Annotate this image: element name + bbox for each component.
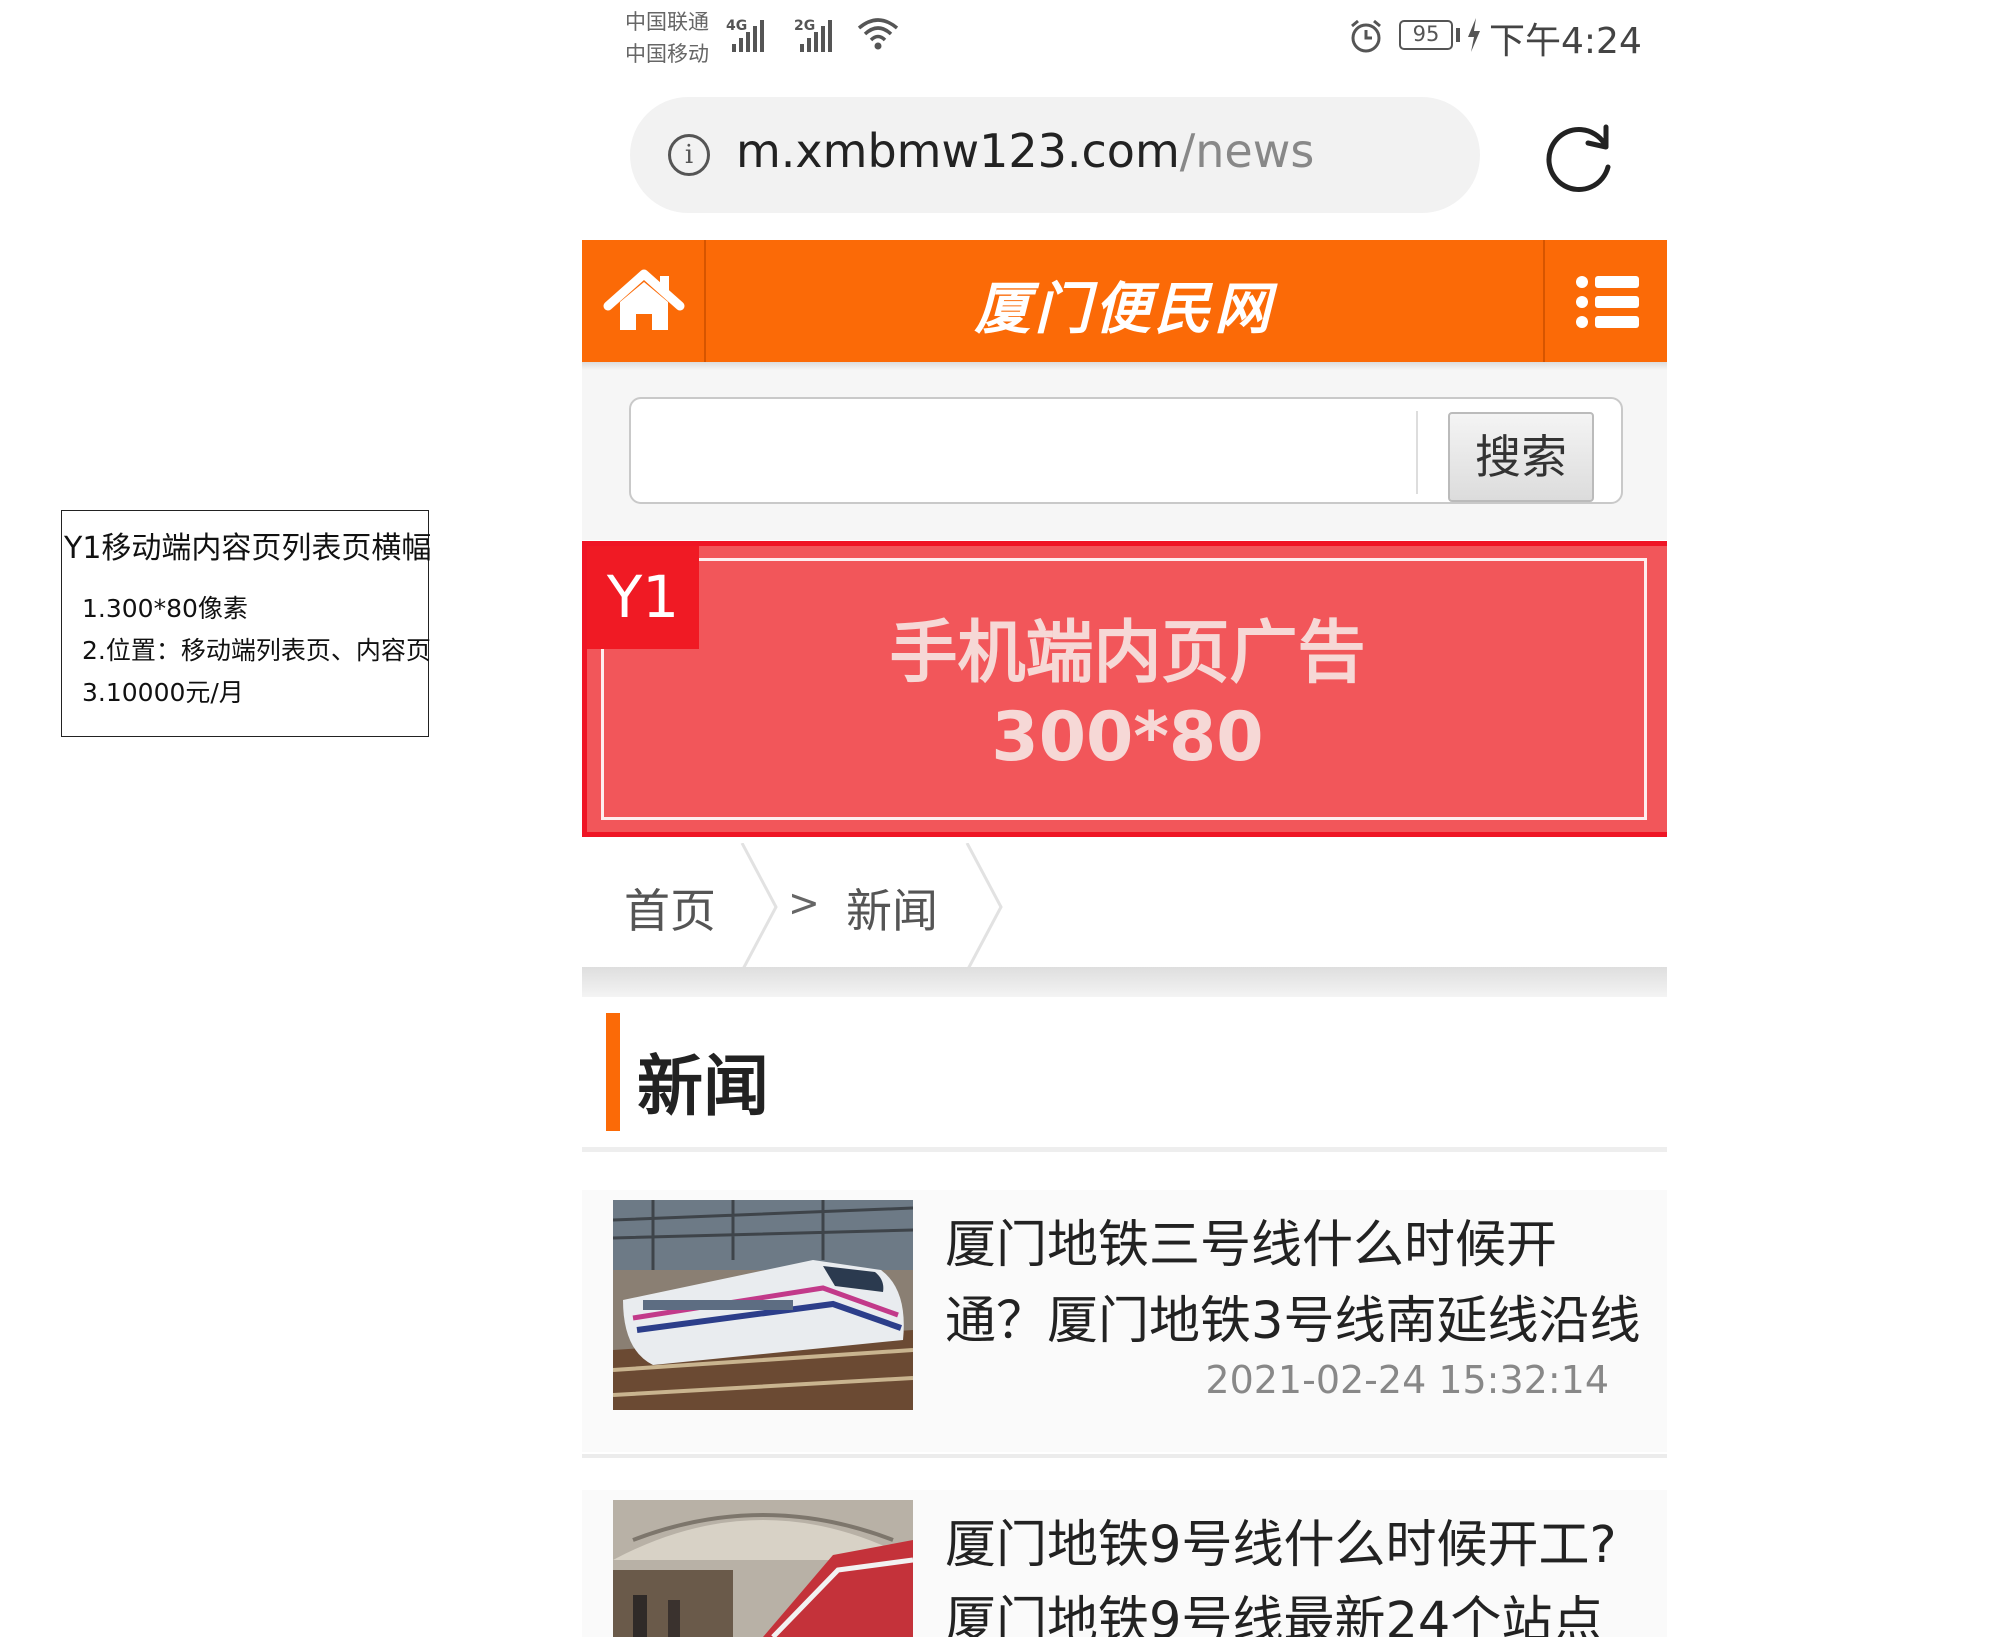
search-divider <box>1416 411 1418 494</box>
ad-spec-position: 2.位置：移动端列表页、内容页 <box>82 636 431 665</box>
url-host: m.xmbmw123.com <box>736 124 1180 178</box>
ad-spec-title: Y1移动端内容页列表页横幅 <box>64 531 432 566</box>
ad-text: 手机端内页广告 300*80 <box>587 612 1667 780</box>
breadcrumb-separator: > <box>788 881 820 925</box>
breadcrumb-home[interactable]: 首页 <box>624 875 716 941</box>
news-item[interactable]: 厦门地铁三号线什么时候开通？厦门地铁3号线南延线沿线 2021-02-24 15… <box>582 1190 1667 1452</box>
news-title[interactable]: 厦门地铁9号线什么时候开工?厦门地铁9号线最新24个站点 <box>945 1508 1655 1637</box>
reload-icon[interactable] <box>1542 121 1618 197</box>
carrier-1: 中国联通 <box>625 10 709 34</box>
header-shadow <box>582 362 1667 370</box>
ad-banner-y1[interactable]: Y1 手机端内页广告 300*80 <box>582 541 1667 837</box>
news-title[interactable]: 厦门地铁三号线什么时候开通？厦门地铁3号线南延线沿线 <box>945 1208 1655 1360</box>
url-path: /news <box>1179 124 1315 178</box>
battery-indicator: 95 <box>1399 20 1453 50</box>
menu-list-icon <box>1576 276 1639 328</box>
news-item[interactable]: 厦门地铁9号线什么时候开工?厦门地铁9号线最新24个站点 <box>582 1490 1667 1637</box>
ad-spec-price: 3.10000元/月 <box>82 678 244 707</box>
news-date: 2021-02-24 15:32:14 <box>1205 1358 1609 1402</box>
ad-text-line1: 手机端内页广告 <box>889 614 1366 693</box>
site-header: 厦门便民网 <box>582 240 1667 362</box>
subway-thumbnail-image[interactable] <box>613 1500 913 1637</box>
address-bar[interactable]: i m.xmbmw123.com/news <box>630 97 1480 213</box>
carrier-labels: 中国联通 中国移动 <box>625 6 709 70</box>
breadcrumb: 首页 > 新闻 <box>582 843 1667 971</box>
breadcrumb-current[interactable]: 新闻 <box>846 875 938 941</box>
ad-spec-box: Y1移动端内容页列表页横幅 1.300*80像素 2.位置：移动端列表页、内容页… <box>61 510 432 737</box>
breadcrumb-chevron-icon <box>740 843 778 971</box>
news-item-separator <box>582 1454 1667 1458</box>
train-thumbnail-image[interactable] <box>613 1200 913 1410</box>
section-divider <box>582 1147 1667 1152</box>
wifi-icon <box>857 18 899 50</box>
signal-icon-2 <box>800 18 832 52</box>
search-button[interactable]: 搜索 <box>1448 412 1594 502</box>
status-time: 下午4:24 <box>1489 21 1642 62</box>
search-input[interactable] <box>637 405 1417 496</box>
info-icon[interactable]: i <box>668 134 710 176</box>
section-header: 新闻 <box>582 997 1667 1147</box>
section-title: 新闻 <box>637 1048 769 1125</box>
search-area: 搜索 <box>582 370 1667 540</box>
url-text[interactable]: m.xmbmw123.com/news <box>736 124 1314 178</box>
section-accent-bar <box>606 1013 620 1131</box>
ad-text-line2: 300*80 <box>991 698 1264 777</box>
phone-screen: 中国联通 中国移动 4G 2G 95 下午4:24 i m.xmbmw123.c… <box>582 0 1667 1637</box>
alarm-icon <box>1351 19 1381 53</box>
site-logo[interactable]: 厦门便民网 <box>582 264 1667 345</box>
breadcrumb-shadow <box>582 967 1667 997</box>
search-box: 搜索 <box>629 397 1623 504</box>
breadcrumb-chevron-icon-2 <box>965 843 1003 971</box>
signal-icon <box>732 18 764 52</box>
battery-tip <box>1456 28 1460 42</box>
carrier-2: 中国移动 <box>625 42 709 66</box>
charging-icon <box>1468 18 1480 52</box>
ad-spec-size: 1.300*80像素 <box>82 594 248 623</box>
menu-button[interactable] <box>1543 240 1667 362</box>
